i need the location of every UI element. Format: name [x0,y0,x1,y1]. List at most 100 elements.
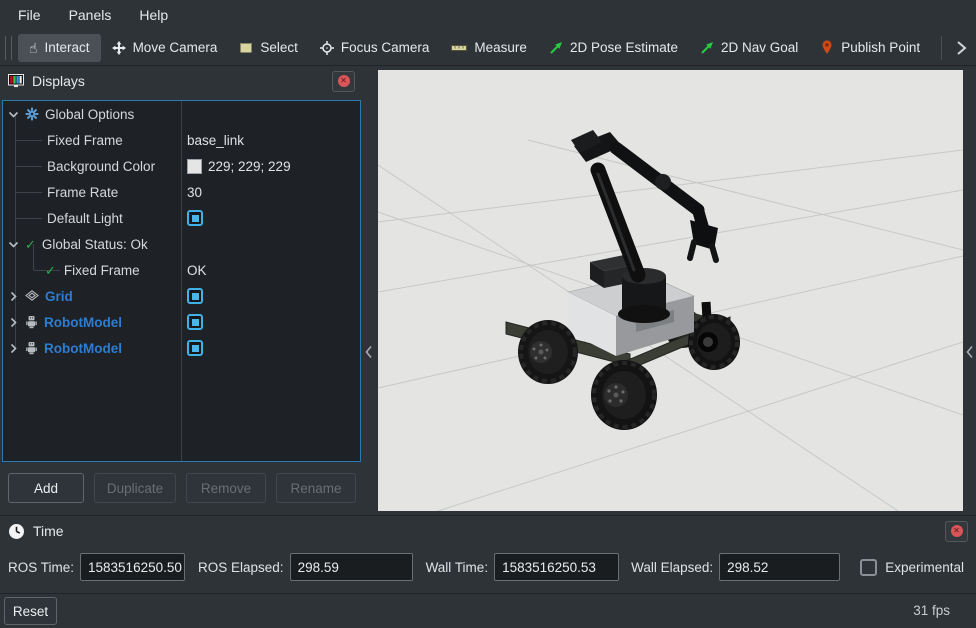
tree-row-default-light[interactable]: Default Light [3,205,360,231]
displays-buttons-row: Add Duplicate Remove Rename [8,473,356,503]
frame-rate-value[interactable]: 30 [187,185,202,200]
toolbar-drag-handle[interactable] [5,36,12,60]
tree-row-robotmodel-1[interactable]: RobotModel [3,309,360,335]
displays-panel-header[interactable]: Displays ✕ [0,66,363,96]
default-light-checkbox[interactable] [187,210,203,226]
tool-focus-camera[interactable]: Focus Camera [309,34,441,62]
chevron-left-icon [966,345,974,359]
menu-file[interactable]: File [4,0,55,30]
clock-icon [8,523,25,540]
row-label: RobotModel [44,315,122,330]
tool-2d-pose-estimate[interactable]: 2D Pose Estimate [538,34,689,62]
time-panel-title: Time [33,523,64,539]
displays-tree[interactable]: Global Options Fixed Frame base_link Bac… [2,100,361,462]
wall-time-label: Wall Time: [426,560,489,575]
fixed-frame-value[interactable]: base_link [187,133,244,148]
move-camera-icon [112,41,126,55]
ros-elapsed-label: ROS Elapsed: [198,560,284,575]
pose-estimate-arrow-icon [549,41,563,55]
time-fields-row: ROS Time: 1583516250.50 ROS Elapsed: 298… [0,552,976,582]
tool-measure-label: Measure [474,40,527,55]
wall-elapsed-field[interactable]: 298.52 [719,553,840,581]
select-icon [239,41,253,55]
robot-model-icon [25,315,38,329]
tool-interact-label: Interact [45,40,90,55]
displays-close-button[interactable]: ✕ [332,71,355,92]
tool-move-camera-label: Move Camera [133,40,218,55]
status-value: OK [187,263,207,278]
chevron-right-icon [955,40,967,56]
add-display-button[interactable]: Add [8,473,84,503]
wall-time-field[interactable]: 1583516250.53 [494,553,619,581]
toolbar-separator [941,36,942,60]
chevron-down-icon[interactable] [8,109,19,120]
row-label: Global Status: Ok [42,237,148,252]
rename-display-button[interactable]: Rename [276,473,356,503]
tree-row-frame-rate[interactable]: Frame Rate 30 [3,179,360,205]
measure-ruler-icon [451,42,467,54]
remove-display-button[interactable]: Remove [186,473,266,503]
background-color-value[interactable]: 229; 229; 229 [208,159,291,174]
status-ok-check-icon: ✓ [45,264,56,277]
tree-row-grid[interactable]: Grid [3,283,360,309]
status-bar: Reset 31 fps [0,593,976,628]
close-icon: ✕ [951,525,963,537]
main-area: Displays ✕ [0,66,976,515]
time-panel-header[interactable]: Time ✕ [0,518,976,544]
row-label: Fixed Frame [64,263,140,278]
tool-publish-point[interactable]: Publish Point [809,34,931,62]
tree-row-fixed-frame[interactable]: Fixed Frame base_link [3,127,360,153]
gear-icon [25,107,39,121]
ros-time-field[interactable]: 1583516250.50 [80,553,185,581]
menu-help[interactable]: Help [125,0,182,30]
tool-2d-nav-goal[interactable]: 2D Nav Goal [689,34,809,62]
chevron-down-icon[interactable] [8,239,19,250]
experimental-label: Experimental [885,560,964,575]
focus-camera-icon [320,41,334,55]
ros-elapsed-field[interactable]: 298.59 [290,553,413,581]
grid-enabled-checkbox[interactable] [187,288,203,304]
grid-display-icon [25,290,39,302]
nav-goal-arrow-icon [700,41,714,55]
tree-row-global-options[interactable]: Global Options [3,101,360,127]
displays-icon [8,74,24,88]
tool-measure[interactable]: Measure [440,34,538,62]
experimental-checkbox[interactable] [860,559,877,576]
close-icon: ✕ [338,75,350,87]
row-label: RobotModel [44,341,122,356]
displays-panel-title: Displays [32,73,85,89]
publish-point-pin-icon [820,40,834,55]
collapse-right-panel-handle[interactable] [964,342,976,362]
tool-select-label: Select [260,40,298,55]
chevron-right-icon[interactable] [8,343,19,354]
tool-interact[interactable]: ☝ Interact [18,34,101,62]
menu-bar: File Panels Help [0,0,976,30]
tree-row-background-color[interactable]: Background Color 229; 229; 229 [3,153,360,179]
reset-button[interactable]: Reset [4,597,57,625]
tree-row-status-fixed-frame[interactable]: ✓ Fixed Frame OK [3,257,360,283]
robotmodel-1-enabled-checkbox[interactable] [187,314,203,330]
ros-time-label: ROS Time: [8,560,74,575]
toolbar: ☝ Interact Move Camera Select [0,30,976,66]
tree-row-global-status[interactable]: ✓ Global Status: Ok [3,231,360,257]
tree-row-robotmodel-2[interactable]: RobotModel [3,335,360,361]
robot-model-icon [25,341,38,355]
chevron-right-icon[interactable] [8,291,19,302]
3d-viewport[interactable] [378,70,963,511]
tool-move-camera[interactable]: Move Camera [101,34,229,62]
background-color-swatch[interactable] [187,159,202,174]
row-label: Fixed Frame [47,133,123,148]
toolbar-expand-button[interactable] [946,34,976,62]
duplicate-display-button[interactable]: Duplicate [94,473,176,503]
chevron-right-icon[interactable] [8,317,19,328]
rviz-window: { "menu": { "items": [ { "label": "File"… [0,0,976,628]
status-ok-check-icon: ✓ [25,238,36,251]
tool-select[interactable]: Select [228,34,309,62]
time-close-button[interactable]: ✕ [945,521,968,542]
collapse-left-panel-handle[interactable] [363,342,375,362]
menu-panels[interactable]: Panels [55,0,126,30]
tool-focus-camera-label: Focus Camera [341,40,430,55]
row-label: Background Color [47,159,155,174]
row-label: Default Light [47,211,123,226]
robotmodel-2-enabled-checkbox[interactable] [187,340,203,356]
